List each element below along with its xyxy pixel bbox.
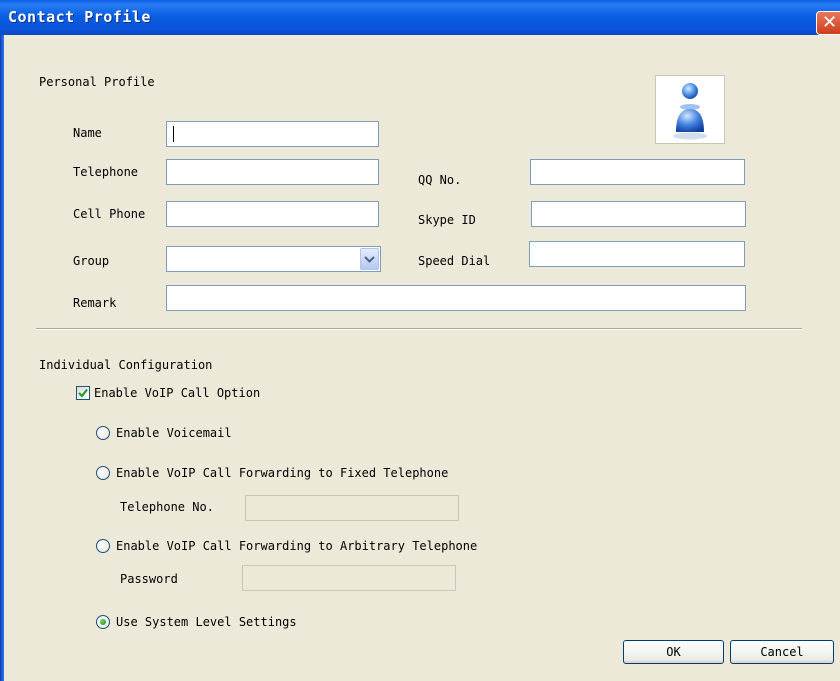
name-field[interactable] <box>166 121 379 147</box>
dialog-body: Personal Profile Name Telephone Cell Pho… <box>4 35 840 681</box>
telephone-field[interactable] <box>166 159 379 185</box>
qq-field[interactable] <box>530 159 745 185</box>
password-label: Password <box>120 572 178 586</box>
telephone-no-label: Telephone No. <box>120 500 214 514</box>
window-title: Contact Profile <box>8 8 151 26</box>
radio-forward-fixed[interactable] <box>96 466 110 480</box>
enable-voicemail-label[interactable]: Enable Voicemail <box>116 426 232 440</box>
checkmark-icon <box>78 388 88 398</box>
contact-avatar-icon <box>673 83 707 140</box>
speed-dial-field[interactable] <box>529 241 745 267</box>
name-label: Name <box>73 126 102 140</box>
cancel-button[interactable]: Cancel <box>730 640 834 664</box>
remark-label: Remark <box>73 296 117 310</box>
personal-profile-heading: Personal Profile <box>39 75 155 89</box>
close-icon: ✕ <box>821 12 838 33</box>
speed-dial-label: Speed Dial <box>418 254 491 268</box>
section-divider <box>36 328 802 330</box>
title-bar[interactable]: Contact Profile ✕ <box>0 0 840 35</box>
cell-phone-label: Cell Phone <box>73 207 146 221</box>
avatar-frame[interactable] <box>655 75 725 144</box>
system-settings-label[interactable]: Use System Level Settings <box>116 615 297 629</box>
radio-forward-arbitrary[interactable] <box>96 539 110 553</box>
close-button[interactable]: ✕ <box>816 11 840 35</box>
group-dropdown-button[interactable] <box>360 248 379 270</box>
ok-button[interactable]: OK <box>623 640 724 664</box>
radio-enable-voicemail[interactable] <box>96 426 110 440</box>
contact-profile-dialog: Contact Profile ✕ Personal Profile Name … <box>0 0 840 681</box>
skype-label: Skype ID <box>418 213 476 227</box>
group-select[interactable] <box>166 246 381 272</box>
text-caret <box>173 126 174 142</box>
radio-selected-dot <box>100 619 106 625</box>
password-field[interactable] <box>242 565 456 591</box>
radio-system-settings[interactable] <box>96 615 110 629</box>
enable-voip-label[interactable]: Enable VoIP Call Option <box>94 386 260 400</box>
enable-voip-checkbox[interactable] <box>76 386 90 400</box>
individual-config-heading: Individual Configuration <box>39 358 213 372</box>
remark-field[interactable] <box>166 285 746 311</box>
forward-fixed-label[interactable]: Enable VoIP Call Forwarding to Fixed Tel… <box>116 466 448 480</box>
telephone-label: Telephone <box>73 165 139 179</box>
forward-arbitrary-label[interactable]: Enable VoIP Call Forwarding to Arbitrary… <box>116 539 477 553</box>
skype-field[interactable] <box>531 201 746 227</box>
cell-phone-field[interactable] <box>166 201 379 227</box>
qq-label: QQ No. <box>418 173 462 187</box>
chevron-down-icon <box>364 256 375 263</box>
group-label: Group <box>73 254 110 268</box>
telephone-no-field[interactable] <box>245 495 459 521</box>
